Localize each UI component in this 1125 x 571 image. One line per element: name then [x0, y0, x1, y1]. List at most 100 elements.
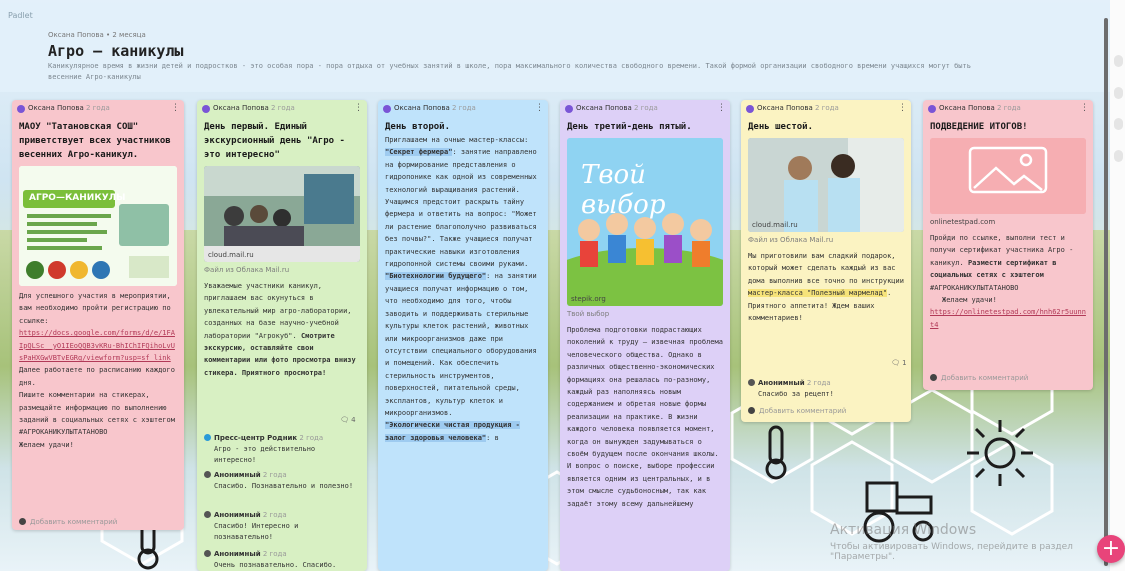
lab-photo-image	[204, 166, 360, 262]
vertical-scrollbar[interactable]	[1104, 18, 1108, 566]
avatar	[17, 105, 25, 113]
page-title: Агро – каникулы	[48, 42, 184, 60]
lab-photo-image	[748, 138, 904, 232]
post-text: Мы приготовили вам сладкий подарок, кото…	[748, 252, 904, 285]
post-text: : в	[486, 433, 499, 442]
avatar	[928, 105, 936, 113]
hashtag: #АГРОКАНИКУЛЫТАТАНОВО	[930, 283, 1019, 292]
comment: Анонимный 2 года Спасибо. Познавательно и…	[204, 470, 354, 492]
add-comment-button[interactable]: Добавить комментарий	[930, 374, 1028, 382]
image-placeholder-icon	[930, 138, 1086, 214]
image-caption: Файл из Облака Mail.ru	[748, 236, 834, 244]
more-options-icon[interactable]: ⋮	[535, 103, 544, 113]
more-options-icon[interactable]: ⋮	[354, 103, 363, 113]
more-options-icon[interactable]: ⋮	[898, 103, 907, 113]
post-author: Оксана Попова	[213, 104, 269, 112]
post-card-days-three-five[interactable]: Оксана Попова 2 года ⋮ День третий-день …	[560, 100, 730, 571]
post-image[interactable]	[930, 138, 1086, 214]
more-options-icon[interactable]: ⋮	[171, 103, 180, 113]
image-caption: Твой выбор	[567, 310, 610, 318]
avatar	[383, 105, 391, 113]
more-options-icon[interactable]: ⋮	[1080, 103, 1089, 113]
post-text: Желаем удачи!	[942, 296, 997, 305]
padlet-header: Padlet Оксана Попова • 2 месяца Агро – к…	[0, 0, 1110, 92]
post-title: День первый. Единый экскурсионный день "…	[204, 122, 345, 160]
more-options-icon[interactable]: ⋮	[717, 103, 726, 113]
post-title: День шестой.	[748, 122, 814, 132]
post-author: Оксана Попова	[939, 104, 995, 112]
post-title: МАОУ "Татановская СОШ" приветствует всех…	[19, 122, 171, 160]
post-image[interactable]: cloud.mail.ru	[748, 138, 904, 232]
add-comment-button[interactable]: Добавить комментарий	[19, 518, 117, 526]
post-text: Для успешного участия в мероприятии, вам…	[19, 292, 171, 325]
poster-title: АГРО—КАНИКУЛЫ	[29, 193, 126, 203]
post-card-welcome[interactable]: Оксана Попова 2 года ⋮ МАОУ "Татановская…	[12, 100, 184, 530]
agro-poster-image	[19, 166, 177, 286]
avatar	[930, 374, 937, 381]
highlight-text: "Секрет фермера"	[385, 148, 453, 157]
board-meta: Оксана Попова • 2 месяца	[48, 31, 146, 39]
thermometer-icon	[765, 425, 787, 480]
post-text: Пишите комментарии на стикерах, размещай…	[19, 391, 175, 437]
post-author: Оксана Попова	[28, 104, 84, 112]
avatar	[748, 379, 755, 386]
post-text: Желаем удачи!	[19, 440, 74, 449]
post-age: 2 года	[86, 104, 110, 112]
padlet-logo[interactable]: Padlet	[8, 11, 33, 20]
comment: Анонимный 2 года Спасибо! Интересно и поз…	[204, 510, 354, 543]
board-description: Каникулярное время в жизни детей и подро…	[48, 62, 971, 81]
avatar	[204, 550, 211, 557]
post-author: Оксана Попова	[757, 104, 813, 112]
comment: Анонимный 2 года Очень познавательно. Спа…	[204, 549, 354, 571]
right-panel	[1110, 0, 1125, 571]
side-toolbar-button[interactable]	[1114, 87, 1123, 99]
side-toolbar-button[interactable]	[1114, 118, 1123, 130]
post-title: ПОДВЕДЕНИЕ ИТОГОВ!	[930, 122, 1028, 132]
avatar	[19, 518, 26, 525]
post-card-day-two[interactable]: Оксана Попова 2 года ⋮ День второй. Приг…	[378, 100, 548, 571]
post-card-day-one[interactable]: Оксана Попова 2 года ⋮ День первый. Един…	[197, 100, 367, 571]
sun-icon	[967, 420, 1033, 486]
post-text: Проблема подготовки подрастающих поколен…	[567, 326, 723, 508]
image-source: cloud.mail.ru	[752, 221, 798, 229]
image-source: onlinetestpad.com	[930, 218, 996, 226]
post-age: 2 года	[815, 104, 839, 112]
post-age: 2 года	[271, 104, 295, 112]
post-image[interactable]: Твой выбор stepik.org	[567, 138, 723, 306]
post-author: Оксана Попова	[394, 104, 450, 112]
post-age: 2 года	[452, 104, 476, 112]
windows-activation-title: Активация Windows	[830, 522, 977, 538]
comment-count: 1	[902, 359, 907, 367]
registration-link[interactable]: https://docs.google.com/forms/d/e/1FAIpQ…	[19, 329, 175, 362]
post-image[interactable]: АГРО—КАНИКУЛЫ	[19, 166, 177, 286]
post-card-summary[interactable]: Оксана Попова 2 года ⋮ ПОДВЕДЕНИЕ ИТОГОВ…	[923, 100, 1093, 390]
comment: Анонимный 2 года Спасибо за рецепт!	[748, 378, 898, 400]
add-post-button[interactable]: +	[1097, 535, 1125, 563]
add-comment-button[interactable]: Добавить комментарий	[748, 407, 846, 415]
post-author: Оксана Попова	[576, 104, 632, 112]
avatar	[202, 105, 210, 113]
comment: Пресс-центр Родник 2 года Агро - это дейс…	[204, 433, 354, 466]
post-text: : на занятии учащиеся получат информацию…	[385, 272, 537, 417]
side-toolbar-button[interactable]	[1114, 150, 1123, 162]
post-title: День второй.	[385, 122, 451, 132]
highlight-text: "Экологически чистая продукция - залог з…	[385, 421, 520, 442]
side-toolbar-button[interactable]	[1114, 55, 1123, 67]
image-source: cloud.mail.ru	[208, 251, 254, 259]
test-link[interactable]: https://onlinetestpad.com/hnh62r5uunnt4	[930, 308, 1086, 328]
post-image[interactable]: cloud.mail.ru	[204, 166, 360, 262]
avatar	[204, 471, 211, 478]
image-source: stepik.org	[571, 295, 606, 303]
post-age: 2 года	[997, 104, 1021, 112]
avatar	[204, 511, 211, 518]
image-overlay-text: Твой выбор	[581, 160, 666, 220]
avatar	[746, 105, 754, 113]
post-text: Далее работаете по расписанию каждого дн…	[19, 366, 175, 387]
plus-icon: +	[1101, 536, 1121, 561]
avatar	[748, 407, 755, 414]
post-age: 2 года	[634, 104, 658, 112]
highlight-text: "Биотехнологии будущего"	[385, 272, 487, 281]
post-card-day-six[interactable]: Оксана Попова 2 года ⋮ День шестой. clou…	[741, 100, 911, 422]
comment-count: 4	[351, 416, 356, 424]
image-caption: Файл из Облака Mail.ru	[204, 266, 290, 274]
